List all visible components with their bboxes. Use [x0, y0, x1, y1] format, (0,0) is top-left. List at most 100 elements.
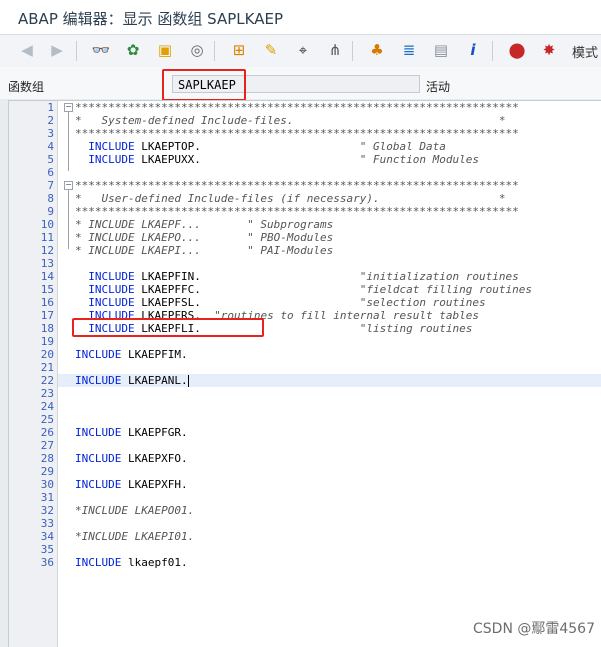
keyword-token: INCLUDE — [88, 283, 135, 296]
function-group-label: 函数组 — [8, 80, 45, 94]
line-number: 30 — [40, 478, 54, 491]
keyword-token: INCLUDE — [88, 296, 135, 309]
code-token: LKAEPFIN. — [134, 270, 360, 283]
stack-icon[interactable]: ≣ — [398, 39, 420, 61]
code-line: INCLUDE LKAEPXFO. — [75, 452, 188, 465]
line-number: 10 — [40, 218, 54, 231]
include-highlight-box — [72, 318, 264, 337]
code-token: LKAEPFGR. — [121, 426, 188, 439]
comment-token: ****************************************… — [75, 205, 519, 218]
object-list-icon[interactable]: ✿ — [122, 39, 144, 61]
magic-wand-icon[interactable]: ✎ — [260, 39, 282, 61]
line-number: 11 — [40, 231, 54, 244]
pretty-printer-icon[interactable]: ⋔ — [324, 39, 346, 61]
code-line: ****************************************… — [75, 179, 519, 192]
text-caret — [187, 375, 189, 387]
comment-token: * INCLUDE LKAEPO... " PBO-Modules — [75, 231, 334, 244]
line-number: 12 — [40, 244, 54, 257]
code-line: * INCLUDE LKAEPI... " PAI-Modules — [75, 244, 333, 257]
comment-token: *INCLUDE LKAEPO01. — [75, 504, 195, 517]
line-number: 18 — [40, 322, 54, 335]
keyword-token: INCLUDE — [75, 478, 122, 491]
status-label: 活动 — [426, 80, 451, 94]
where-used-icon[interactable]: ◎ — [186, 39, 208, 61]
comment-token: ****************************************… — [75, 101, 519, 114]
code-line: INCLUDE lkaepf01. — [75, 556, 188, 569]
code-line: * INCLUDE LKAEPF... " Subprograms — [75, 218, 333, 231]
line-number: 23 — [40, 387, 54, 400]
debug-session-icon[interactable]: ⬤ — [506, 39, 528, 61]
line-number: 19 — [40, 335, 54, 348]
line-number: 25 — [40, 413, 54, 426]
code-line: * User-defined Include-files (if necessa… — [75, 192, 505, 205]
window-title: ABAP 编辑器：显示 函数组 SAPLKAEP — [18, 10, 283, 28]
line-number: 15 — [40, 283, 54, 296]
line-number: 13 — [40, 257, 54, 270]
code-line: INCLUDE LKAEPFSL. "selection routines — [75, 296, 486, 309]
code-line: * INCLUDE LKAEPO... " PBO-Modules — [75, 231, 333, 244]
pattern-icon[interactable]: ⌖ — [292, 39, 314, 61]
code-token: LKAEPFIM. — [121, 348, 188, 361]
code-line: INCLUDE LKAEPTOP. " Global Data — [75, 140, 446, 153]
fold-guide — [68, 190, 69, 249]
mode-label[interactable]: 模式 — [572, 42, 598, 61]
fold-guide — [68, 112, 69, 171]
fold-toggle-icon[interactable]: − — [64, 181, 73, 190]
code-line: INCLUDE LKAEPANL. — [75, 374, 189, 387]
code-token: LKAEPANL. — [121, 374, 188, 387]
code-line: * System-defined Include-files. * — [75, 114, 505, 127]
comment-token: "listing routines — [359, 322, 473, 335]
comment-token: * System-defined Include-files. * — [75, 114, 506, 127]
line-number: 27 — [40, 439, 54, 452]
org-chart-icon[interactable]: ♣ — [366, 39, 388, 61]
code-token: LKAEPFFC. — [134, 283, 360, 296]
code-editor[interactable]: 1− **************************************… — [8, 100, 601, 647]
line-number: 36 — [40, 556, 54, 569]
line-number: 21 — [40, 361, 54, 374]
line-number: 2 — [47, 114, 54, 127]
shared-object-icon[interactable]: ▣ — [154, 39, 176, 61]
keyword-token: INCLUDE — [75, 426, 122, 439]
layout-icon[interactable]: ▤ — [430, 39, 452, 61]
comment-token: *INCLUDE LKAEPI01. — [75, 530, 195, 543]
line-number: 4 — [47, 140, 54, 153]
glasses-icon[interactable]: 👓 — [90, 39, 112, 61]
comment-token: "fieldcat filling routines — [359, 283, 532, 296]
line-number: 31 — [40, 491, 54, 504]
line-number: 14 — [40, 270, 54, 283]
code-token: lkaepf01. — [121, 556, 188, 569]
line-number: 28 — [40, 452, 54, 465]
comment-token: " Global Data — [359, 140, 446, 153]
comment-token: "selection routines — [359, 296, 486, 309]
line-number: 33 — [40, 517, 54, 530]
forward-arrow-icon[interactable]: ▶ — [46, 39, 68, 61]
back-arrow-icon[interactable]: ◀ — [16, 39, 38, 61]
external-breakpoint-icon[interactable]: ✸ — [538, 39, 560, 61]
code-line: ****************************************… — [75, 127, 519, 140]
keyword-token: INCLUDE — [88, 153, 135, 166]
code-line: INCLUDE LKAEPFFC. "fieldcat filling rout… — [75, 283, 532, 296]
info-icon[interactable]: i — [462, 39, 484, 61]
code-token: LKAEPFSL. — [134, 296, 360, 309]
code-token: LKAEPUXX. — [134, 153, 360, 166]
code-line: ****************************************… — [75, 101, 519, 114]
line-number: 24 — [40, 400, 54, 413]
comment-token: "initialization routines — [359, 270, 519, 283]
line-number: 8 — [47, 192, 54, 205]
line-number: 16 — [40, 296, 54, 309]
fold-toggle-icon[interactable]: − — [64, 103, 73, 112]
line-number: 9 — [47, 205, 54, 218]
code-line: *INCLUDE LKAEPI01. — [75, 530, 194, 543]
keyword-token: INCLUDE — [75, 348, 122, 361]
keyword-token: INCLUDE — [75, 374, 122, 387]
comment-token: * User-defined Include-files (if necessa… — [75, 192, 506, 205]
function-group-row: 函数组 SAPLKAEP 活动 — [0, 67, 601, 99]
hierarchy-icon[interactable]: ⊞ — [228, 39, 250, 61]
code-token: LKAEPTOP. — [134, 140, 360, 153]
watermark: CSDN @鄢雷4567 — [473, 621, 595, 637]
